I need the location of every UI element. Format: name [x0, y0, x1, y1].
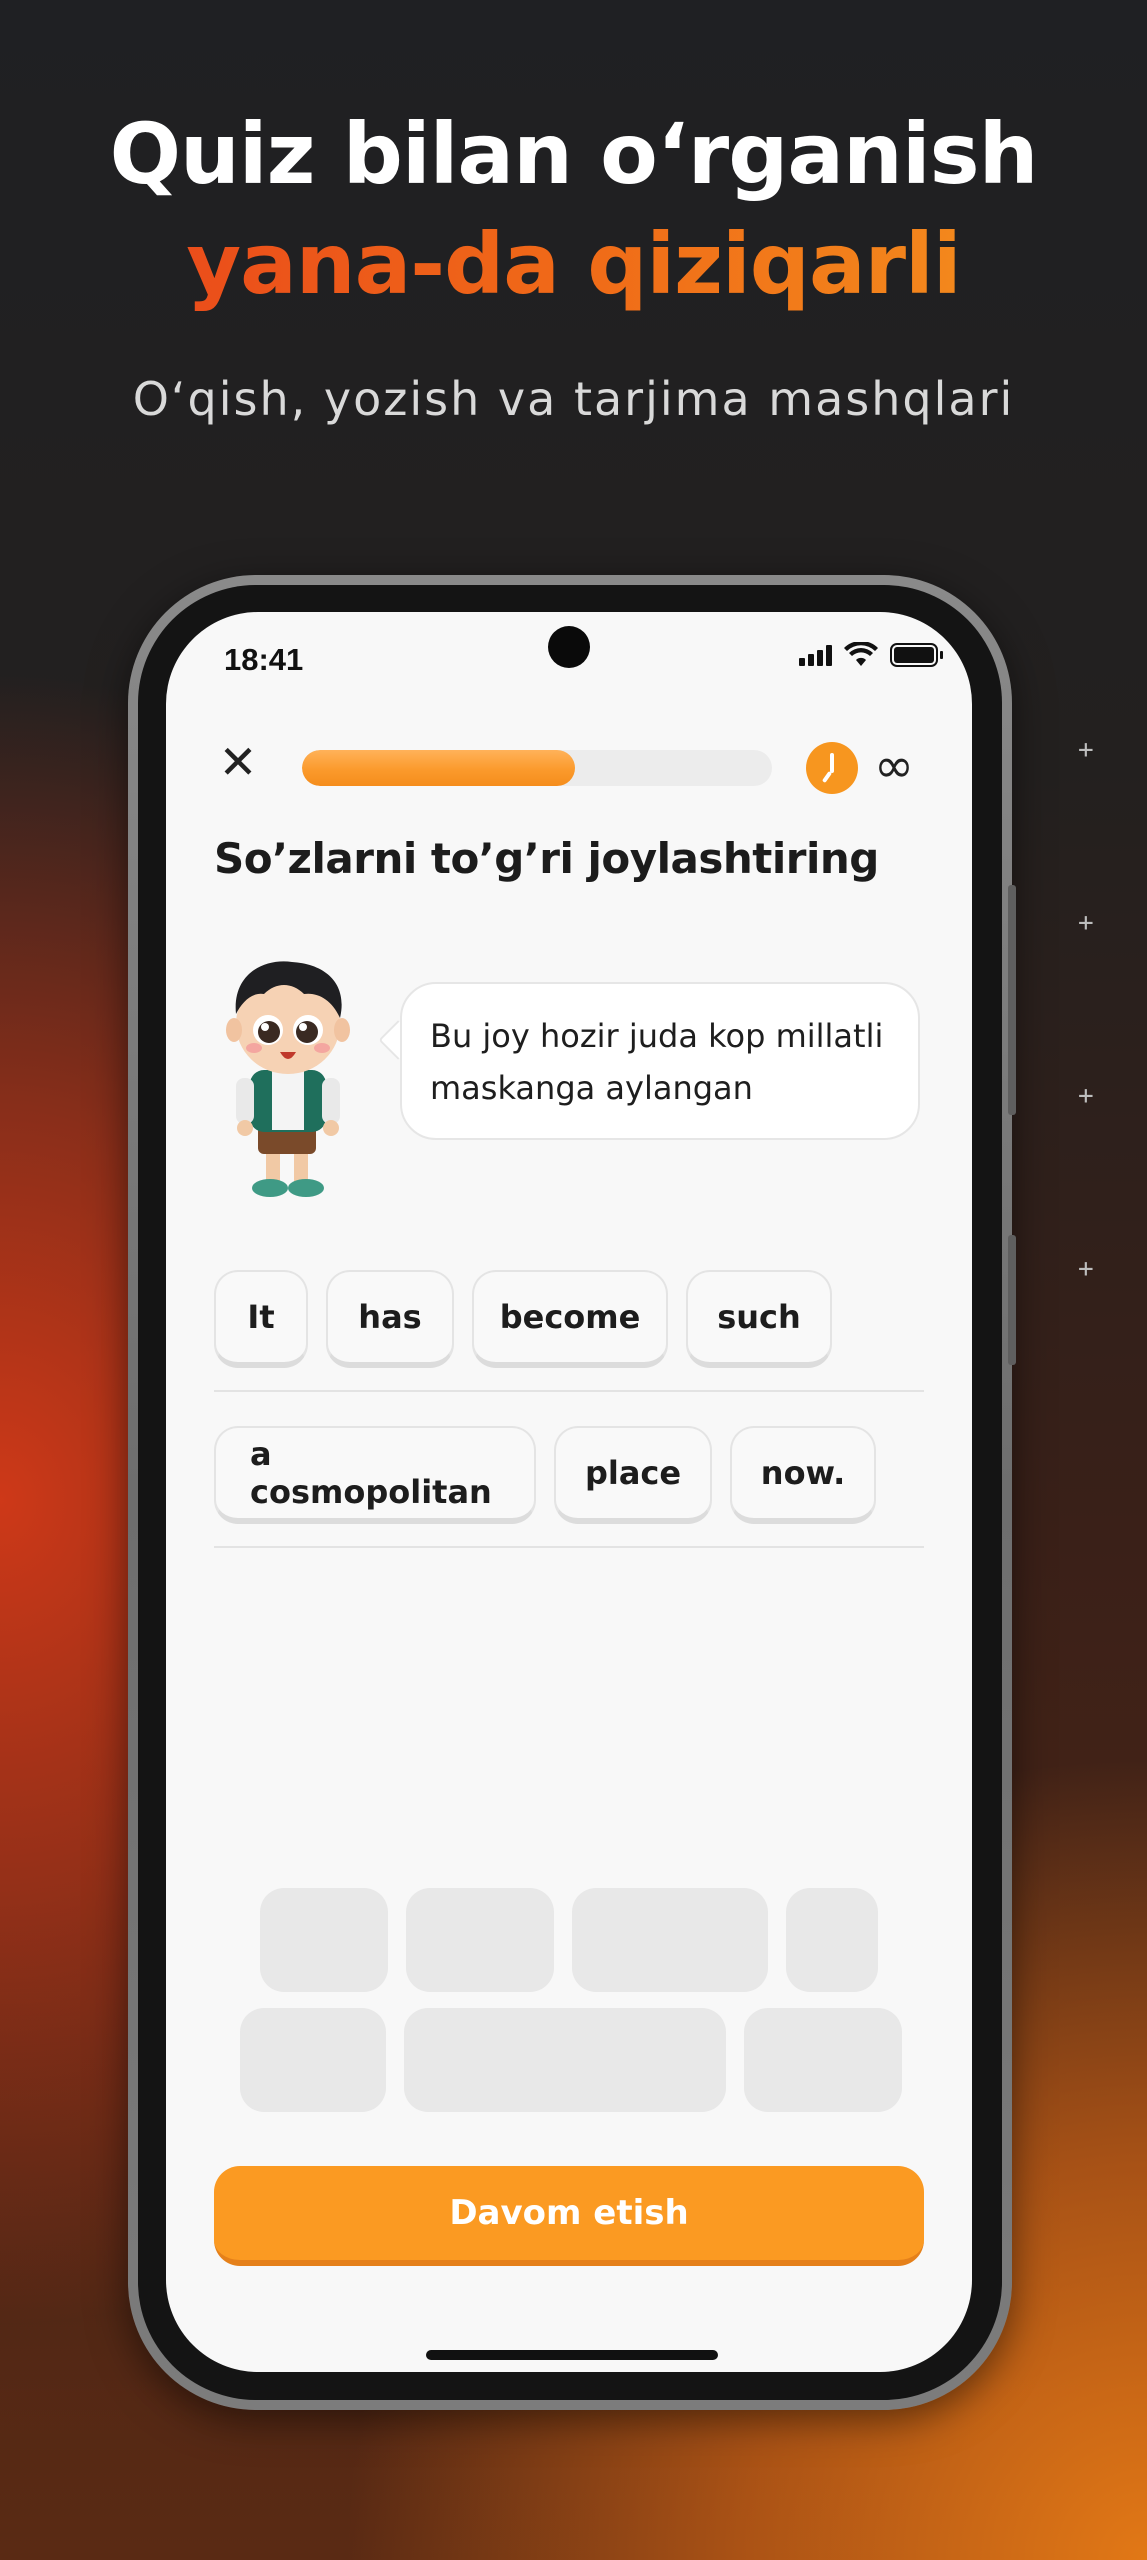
status-time: 18:41: [224, 642, 304, 677]
answer-word-chip[interactable]: a cosmopolitan: [214, 1426, 536, 1524]
answer-word-chip[interactable]: such: [686, 1270, 832, 1368]
continue-button[interactable]: Davom etish: [214, 2166, 924, 2266]
volume-button: [1008, 885, 1016, 1115]
battery-icon: [890, 643, 943, 667]
wifi-icon: [844, 642, 878, 666]
promo-headline-line2: yana-da qiziqarli: [0, 215, 1147, 313]
empty-word-slot: [406, 1888, 554, 1992]
answer-word-chip[interactable]: It: [214, 1270, 308, 1368]
infinity-icon: ∞: [874, 738, 914, 794]
timer-icon[interactable]: [806, 742, 858, 794]
answer-word-chip[interactable]: become: [472, 1270, 668, 1368]
phone-screen: 18:41 ✕ ∞ So’zlarni to’g’ri joylashtirin…: [166, 612, 972, 2372]
sparkle-icon: +: [1078, 1254, 1094, 1284]
promo-headline-line1: Quiz bilan o‘rganish: [109, 105, 1039, 203]
answer-word-chip[interactable]: has: [326, 1270, 454, 1368]
sparkle-icon: +: [1078, 1081, 1094, 1111]
promo-subtitle: O‘qish, yozish va tarjima mashqlari: [132, 372, 1015, 426]
front-camera: [548, 626, 590, 668]
speech-bubble: Bu joy hozir juda kop millatli maskanga …: [400, 982, 920, 1140]
answer-line: [214, 1546, 924, 1548]
sparkle-icon: +: [1078, 735, 1094, 765]
answer-word-chip[interactable]: place: [554, 1426, 712, 1524]
empty-word-slot: [572, 1888, 768, 1992]
quiz-progress-bar: [302, 750, 772, 786]
sparkle-icon: +: [1078, 908, 1094, 938]
home-indicator[interactable]: [426, 2350, 718, 2360]
task-title: So’zlarni to’g’ri joylashtiring: [214, 834, 879, 883]
status-icons: [799, 642, 943, 668]
empty-word-slot: [786, 1888, 878, 1992]
close-icon[interactable]: ✕: [218, 739, 258, 785]
mascot-character: [226, 961, 350, 1197]
answer-line: [214, 1390, 924, 1392]
signal-icon: [799, 644, 832, 666]
answer-word-chip[interactable]: now.: [730, 1426, 876, 1524]
empty-word-slot: [240, 2008, 386, 2112]
empty-word-slot: [260, 1888, 388, 1992]
power-button: [1008, 1235, 1016, 1365]
empty-word-slot: [404, 2008, 726, 2112]
empty-word-slot: [744, 2008, 902, 2112]
quiz-progress-fill: [302, 750, 575, 786]
